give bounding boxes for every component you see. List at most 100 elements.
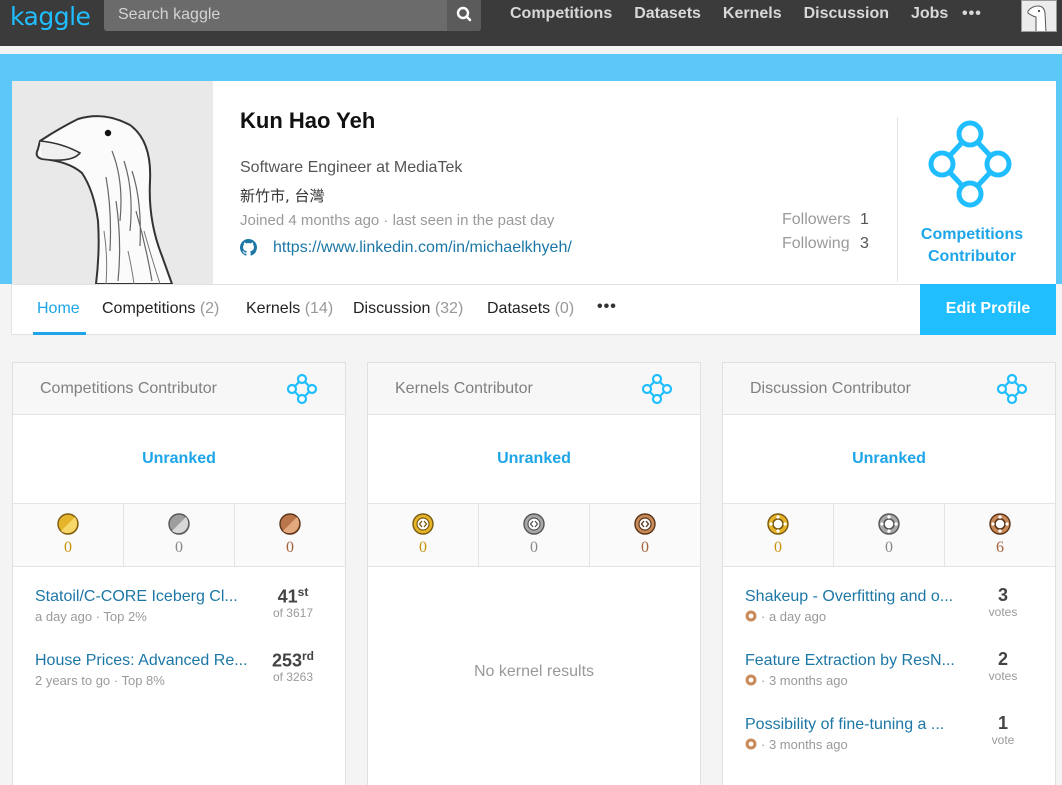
gold-medal-cell: 0 xyxy=(723,504,834,566)
search-input[interactable] xyxy=(118,4,438,26)
vote-label: votes xyxy=(988,669,1018,683)
nav-kernels[interactable]: Kernels xyxy=(723,5,782,23)
tab-kernels[interactable]: Kernels (14) xyxy=(246,300,333,318)
bronze-kernel-medal-icon xyxy=(634,513,656,535)
tabs-more-menu[interactable]: ••• xyxy=(597,298,617,316)
tab-discussion-count: (32) xyxy=(434,300,464,317)
goose-avatar-icon xyxy=(1022,1,1056,31)
nav-links: Competitions Datasets Kernels Discussion… xyxy=(510,5,948,23)
kernels-panel: Kernels Contributor Unranked 0 0 0 No ke… xyxy=(367,362,701,785)
tab-datasets[interactable]: Datasets (0) xyxy=(487,300,574,318)
gold-medal-icon xyxy=(57,513,79,535)
discussion-title[interactable]: Feature Extraction by ResN... xyxy=(745,652,965,670)
panel-header: Kernels Contributor xyxy=(368,363,700,415)
silver-medal-count: 0 xyxy=(885,539,893,556)
search-icon xyxy=(456,6,472,22)
competitions-panel: Competitions Contributor Unranked 0 0 0 … xyxy=(12,362,346,785)
followers-label[interactable]: Followers xyxy=(782,211,850,229)
gold-medal-count: 0 xyxy=(774,539,782,556)
tier-label: Competitions Contributor xyxy=(910,224,1034,268)
bronze-medal-icon xyxy=(745,738,757,750)
discussion-meta-text: · 3 months ago xyxy=(761,737,848,752)
silver-medal-cell: 0 xyxy=(834,504,945,566)
rank-suffix: st xyxy=(297,585,309,599)
tab-datasets-count: (0) xyxy=(554,300,575,317)
tab-home[interactable]: Home xyxy=(37,300,80,318)
rank-label: Unranked xyxy=(497,450,571,467)
competition-title[interactable]: Statoil/C-CORE Iceberg Cl... xyxy=(35,588,255,606)
competition-meta: a day ago · Top 2% xyxy=(35,609,147,624)
gold-medal-count: 0 xyxy=(419,539,427,556)
silver-medal-icon xyxy=(168,513,190,535)
bronze-medal-cell: 0 xyxy=(590,504,700,566)
nav-more-menu[interactable]: ••• xyxy=(962,5,982,23)
no-kernel-results: No kernel results xyxy=(473,663,595,680)
kaggle-logo[interactable]: kaggle xyxy=(10,2,91,31)
tab-competitions-count: (2) xyxy=(199,300,220,317)
medal-row: 0 0 0 xyxy=(368,503,700,567)
github-icon xyxy=(240,239,257,256)
medal-row: 0 0 6 xyxy=(723,503,1055,567)
competition-title[interactable]: House Prices: Advanced Re... xyxy=(35,652,255,670)
discussion-title[interactable]: Shakeup - Overfitting and o... xyxy=(745,588,965,606)
card-divider xyxy=(897,117,898,282)
contributor-tier-icon xyxy=(996,373,1028,405)
silver-medal-count: 0 xyxy=(175,539,183,556)
gold-discussion-medal-icon xyxy=(767,513,789,535)
profile-location: 新竹市, 台灣 xyxy=(240,187,325,205)
silver-medal-count: 0 xyxy=(530,539,538,556)
profile-photo xyxy=(12,81,213,284)
banner-gap xyxy=(0,46,1062,54)
tab-discussion[interactable]: Discussion (32) xyxy=(353,300,463,318)
bronze-medal-cell: 0 xyxy=(235,504,345,566)
profile-joined: Joined 4 months ago · last seen in the p… xyxy=(240,212,555,229)
bronze-medal-count: 0 xyxy=(641,539,649,556)
user-avatar[interactable] xyxy=(1021,0,1057,32)
following-label[interactable]: Following xyxy=(782,235,850,253)
vote-count: 1 vote xyxy=(971,713,1035,747)
search-bar xyxy=(104,0,481,31)
panel-title: Discussion Contributor xyxy=(750,380,911,397)
tab-datasets-label: Datasets xyxy=(487,300,551,317)
tab-discussion-label: Discussion xyxy=(353,300,431,317)
medal-row: 0 0 0 xyxy=(13,503,345,567)
tab-competitions[interactable]: Competitions (2) xyxy=(102,300,219,318)
tab-competitions-label: Competitions xyxy=(102,300,196,317)
panel-title: Competitions Contributor xyxy=(40,380,217,397)
gold-medal-cell: 0 xyxy=(13,504,124,566)
nav-competitions[interactable]: Competitions xyxy=(510,5,612,23)
discussion-title[interactable]: Possibility of fine-tuning a ... xyxy=(745,716,965,734)
list-item: Feature Extraction by ResN... · 3 months… xyxy=(745,649,1035,698)
competition-rank: 253rd of 3263 xyxy=(261,649,325,684)
vote-number: 1 xyxy=(997,713,1008,733)
followers-count[interactable]: 1 xyxy=(860,211,869,229)
search-button[interactable] xyxy=(447,0,481,31)
profile-tabs: Home Competitions (2) Kernels (14) Discu… xyxy=(11,284,1056,335)
nav-discussion[interactable]: Discussion xyxy=(804,5,889,23)
nav-jobs[interactable]: Jobs xyxy=(911,5,948,23)
edit-profile-button[interactable]: Edit Profile xyxy=(920,284,1056,335)
discussion-meta: · a day ago xyxy=(745,609,826,624)
profile-linkedin-link[interactable]: https://www.linkedin.com/in/michaelkhyeh… xyxy=(273,239,572,257)
bronze-medal-icon xyxy=(745,610,757,622)
bronze-medal-count: 0 xyxy=(286,539,294,556)
profile-name: Kun Hao Yeh xyxy=(240,108,376,133)
tab-home-label: Home xyxy=(37,300,80,317)
rank-total: of 3617 xyxy=(272,606,314,621)
gold-kernel-medal-icon xyxy=(412,513,434,535)
nav-datasets[interactable]: Datasets xyxy=(634,5,701,23)
tab-kernels-label: Kernels xyxy=(246,300,301,317)
silver-medal-cell: 0 xyxy=(479,504,590,566)
list-item: House Prices: Advanced Re... 2 years to … xyxy=(35,649,325,698)
discussion-meta-text: · 3 months ago xyxy=(761,673,848,688)
bronze-medal-cell: 6 xyxy=(945,504,1055,566)
discussion-meta-text: · a day ago xyxy=(761,609,827,624)
bronze-medal-icon xyxy=(745,674,757,686)
panel-header: Competitions Contributor xyxy=(13,363,345,415)
competition-rank: 41st of 3617 xyxy=(261,585,325,620)
following-count[interactable]: 3 xyxy=(860,235,869,253)
rank-number: 253 xyxy=(271,650,303,671)
rank-total: of 3263 xyxy=(272,670,314,685)
gold-medal-cell: 0 xyxy=(368,504,479,566)
bronze-discussion-medal-icon xyxy=(989,513,1011,535)
